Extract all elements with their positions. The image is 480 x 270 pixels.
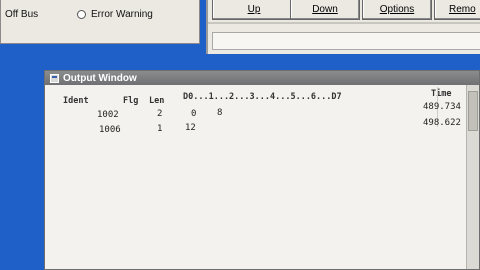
header-time: Time [431, 89, 452, 99]
down-button-label: Down [312, 4, 338, 15]
toolbar-field[interactable] [212, 32, 480, 50]
scrollbar-thumb[interactable] [468, 91, 478, 131]
header-len: Len [149, 96, 165, 106]
output-window-titlebar[interactable]: Output Window [45, 71, 479, 85]
row-flg: 1 [157, 124, 163, 134]
remove-button-label: Remo [449, 4, 476, 15]
row-len: 12 [185, 123, 196, 133]
window-icon [50, 73, 59, 83]
status-off-bus: Off Bus [5, 9, 38, 20]
row-ident: 1002 [97, 110, 119, 120]
status-error-warning: Error Warning [77, 9, 153, 20]
options-button[interactable]: Options [362, 0, 432, 20]
down-button[interactable]: Down [290, 0, 360, 20]
up-button[interactable]: Up [212, 0, 296, 20]
vertical-scrollbar[interactable] [466, 85, 479, 269]
header-ident: Ident [63, 96, 89, 106]
row-time: 489.734 [423, 102, 461, 112]
toolbar-panel: Up Down Options Remo [206, 0, 480, 54]
row-ident: 1006 [99, 125, 121, 135]
off-bus-label: Off Bus [5, 9, 39, 20]
error-warning-label: Error Warning [91, 9, 153, 20]
toolbar-separator [208, 22, 480, 24]
header-flg: Flg [123, 96, 139, 106]
options-button-label: Options [379, 4, 415, 15]
row-len: 0 [191, 109, 197, 119]
row-time: 498.622 [423, 118, 461, 128]
output-window: Output Window Ident Flg Len D0...1...2..… [44, 70, 480, 270]
header-data: D0...1...2...3...4...5...6...D7 [183, 92, 342, 102]
row-flg: 2 [157, 109, 163, 119]
status-panel: Off Bus Error Warning [0, 0, 200, 44]
remove-button[interactable]: Remo [434, 0, 480, 20]
error-warning-indicator-icon [77, 10, 86, 19]
up-button-label: Up [247, 4, 261, 15]
row-data: 8 [217, 108, 223, 118]
output-window-title: Output Window [63, 72, 137, 84]
